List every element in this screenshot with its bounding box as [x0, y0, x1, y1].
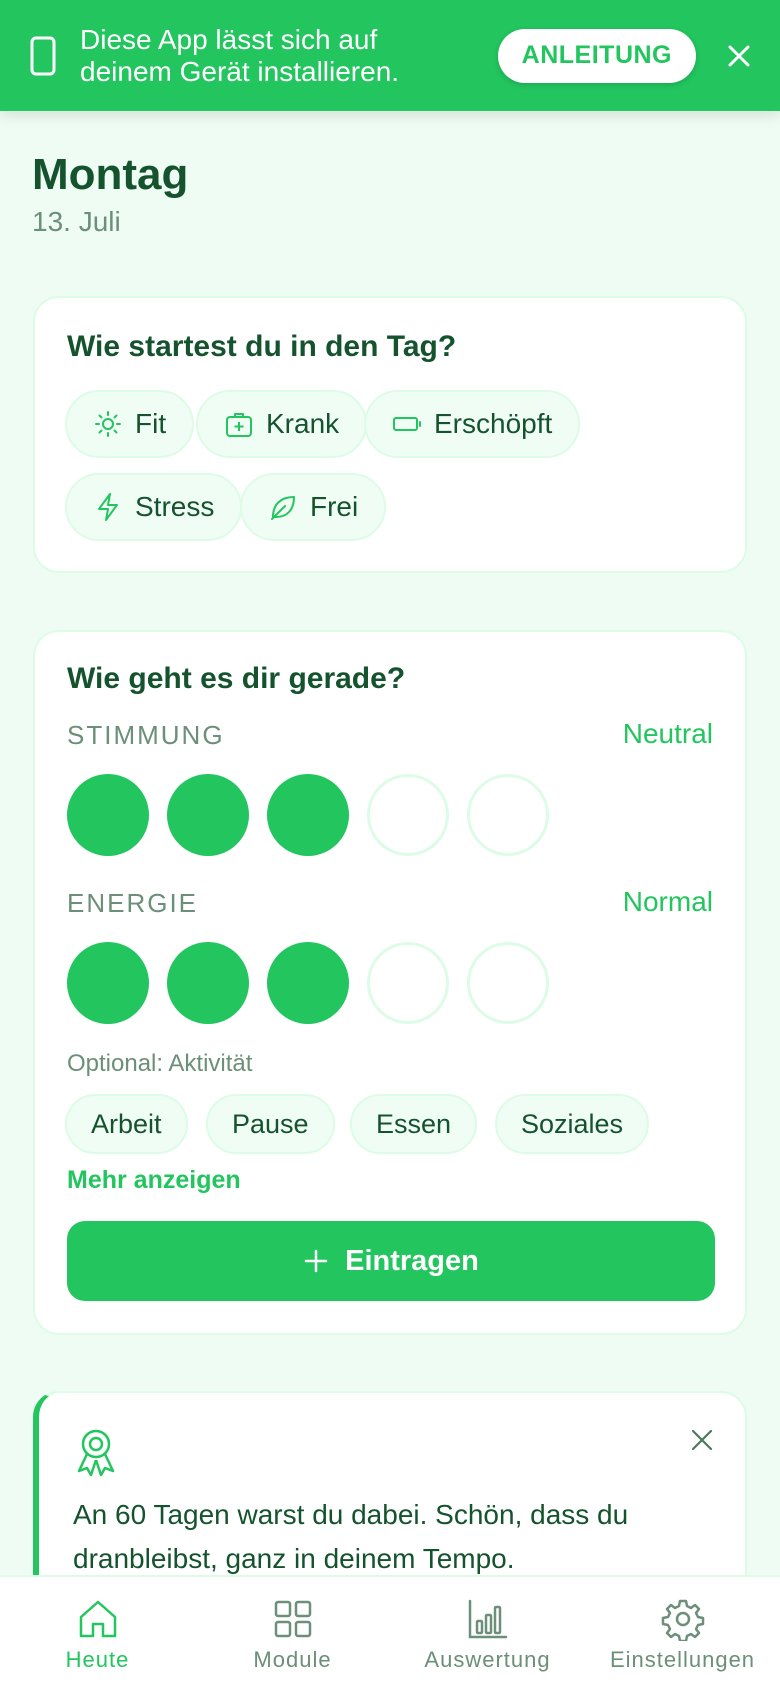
mood-level-2[interactable] — [167, 774, 249, 856]
grid-icon — [274, 1600, 311, 1638]
option-frei[interactable]: Frei — [240, 473, 387, 541]
close-icon[interactable] — [724, 41, 754, 71]
phone-icon — [30, 36, 56, 75]
bar-chart-icon — [468, 1599, 507, 1639]
plus-icon — [304, 1249, 328, 1273]
day-start-title: Wie startest du in den Tag? — [67, 330, 457, 363]
nav-item-heute[interactable]: Heute — [0, 1577, 195, 1688]
gear-icon — [661, 1599, 704, 1641]
mood-level-5[interactable] — [467, 774, 549, 856]
nav-item-einstellungen-label: Einstellungen — [609, 1647, 756, 1672]
mood-level-3[interactable] — [267, 774, 349, 856]
mood-value: Neutral — [622, 718, 713, 749]
nav-item-auswertung-label: Auswertung — [424, 1647, 551, 1672]
bottom-nav: Heute Module Auswertung Einstellungen — [0, 1575, 780, 1688]
activity-chip-arbeit[interactable]: Arbeit — [65, 1094, 188, 1154]
option-stress-label: Stress — [135, 491, 215, 522]
nav-item-auswertung[interactable]: Auswertung — [390, 1577, 585, 1688]
install-banner-text-line1: Diese App lässt sich auf — [80, 23, 378, 55]
nav-item-module[interactable]: Module — [195, 1577, 390, 1688]
energy-level-5[interactable] — [467, 942, 549, 1024]
medkit-icon — [226, 413, 252, 437]
activity-optional-label: Optional: Aktivität — [67, 1050, 253, 1077]
page-title: Montag — [32, 150, 189, 199]
energy-level-2[interactable] — [167, 942, 249, 1024]
lightning-icon — [98, 493, 118, 521]
streak-message: An 60 Tagen warst du dabei. Schön, dass … — [73, 1493, 713, 1581]
activity-chip-essen[interactable]: Essen — [350, 1094, 478, 1154]
mood-card-title: Wie geht es dir gerade? — [67, 662, 406, 695]
mood-card: Wie geht es dir gerade? STIMMUNG Neutral… — [33, 630, 747, 1335]
page-date: 13. Juli — [32, 206, 121, 237]
install-banner: Diese App lässt sich auf deinem Gerät in… — [0, 0, 780, 111]
show-more-link[interactable]: Mehr anzeigen — [67, 1166, 241, 1195]
option-fit-label: Fit — [135, 408, 167, 439]
mood-level-1[interactable] — [67, 774, 149, 856]
app-screen: Diese App lässt sich auf deinem Gerät in… — [0, 0, 780, 1688]
option-erschoepft-label: Erschöpft — [434, 408, 553, 439]
nav-item-module-label: Module — [253, 1647, 332, 1672]
guide-button[interactable]: ANLEITUNG — [497, 28, 696, 83]
nav-item-einstellungen[interactable]: Einstellungen — [585, 1577, 780, 1688]
award-icon — [77, 1429, 115, 1477]
activity-chip-pause[interactable]: Pause — [206, 1094, 335, 1154]
option-krank-label: Krank — [266, 408, 340, 439]
submit-entry-button[interactable]: Eintragen — [67, 1221, 715, 1301]
option-stress[interactable]: Stress — [65, 473, 243, 541]
close-icon[interactable] — [689, 1427, 715, 1453]
install-banner-text-line2: deinem Gerät installieren. — [80, 55, 400, 87]
battery-low-icon — [393, 417, 421, 431]
option-fit[interactable]: Fit — [65, 390, 195, 458]
energy-value: Normal — [622, 886, 713, 917]
energy-level-3[interactable] — [267, 942, 349, 1024]
sun-icon — [95, 411, 121, 437]
option-erschoepft[interactable]: Erschöpft — [364, 390, 581, 458]
submit-entry-label: Eintragen — [345, 1244, 479, 1277]
streak-message-line1: An 60 Tagen warst du dabei. Schön, dass … — [73, 1499, 629, 1530]
activity-chip-soziales[interactable]: Soziales — [495, 1094, 650, 1154]
day-start-card: Wie startest du in den Tag? Fit Krank Er… — [33, 296, 747, 573]
mood-label: STIMMUNG — [67, 720, 225, 750]
mood-level-4[interactable] — [367, 774, 449, 856]
energy-level-4[interactable] — [367, 942, 449, 1024]
option-frei-label: Frei — [310, 491, 359, 522]
nav-item-heute-label: Heute — [65, 1647, 130, 1672]
leaf-icon — [271, 496, 295, 520]
energy-label: ENERGIE — [67, 888, 199, 918]
option-krank[interactable]: Krank — [196, 390, 368, 458]
energy-level-1[interactable] — [67, 942, 149, 1024]
install-banner-text: Diese App lässt sich auf deinem Gerät in… — [80, 24, 498, 88]
home-icon — [79, 1600, 116, 1638]
